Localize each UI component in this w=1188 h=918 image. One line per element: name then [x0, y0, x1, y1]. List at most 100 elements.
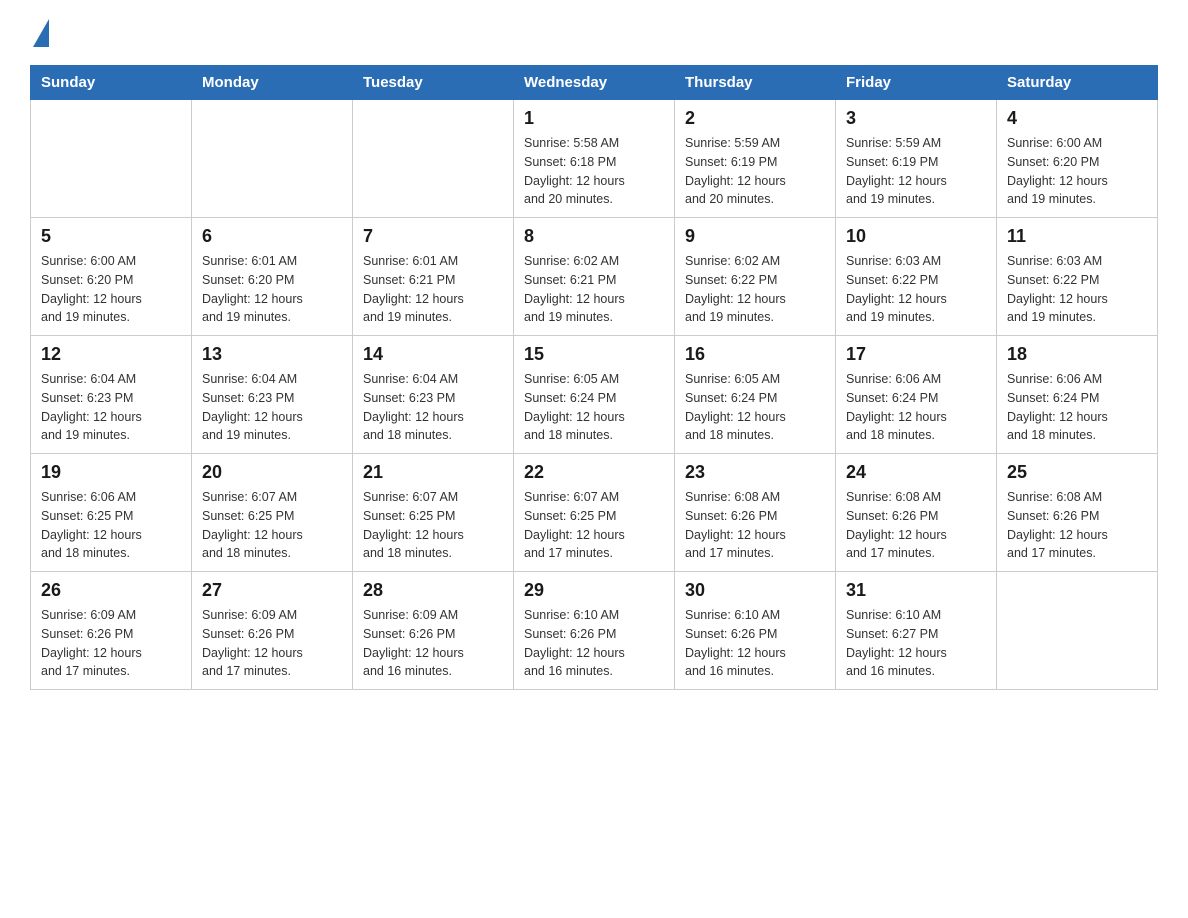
calendar-cell: 19Sunrise: 6:06 AM Sunset: 6:25 PM Dayli…	[31, 454, 192, 572]
day-number: 20	[202, 462, 342, 483]
day-info: Sunrise: 6:10 AM Sunset: 6:27 PM Dayligh…	[846, 606, 986, 681]
day-number: 9	[685, 226, 825, 247]
calendar-cell: 21Sunrise: 6:07 AM Sunset: 6:25 PM Dayli…	[353, 454, 514, 572]
calendar-cell	[997, 572, 1158, 690]
day-info: Sunrise: 6:03 AM Sunset: 6:22 PM Dayligh…	[846, 252, 986, 327]
column-header-wednesday: Wednesday	[514, 66, 675, 100]
calendar-cell: 25 Sunrise: 6:08 AM Sunset: 6:26 PM Dayli…	[997, 454, 1158, 572]
day-number: 26	[41, 580, 181, 601]
day-info: Sunrise: 6:00 AM Sunset: 6:20 PM Dayligh…	[1007, 134, 1147, 209]
day-info: Sunrise: 6:08 AM Sunset: 6:26 PM Dayligh…	[1007, 488, 1147, 563]
calendar-cell: 31 Sunrise: 6:10 AM Sunset: 6:27 PM Dayli…	[836, 572, 997, 690]
calendar-cell: 7 Sunrise: 6:01 AM Sunset: 6:21 PM Daylig…	[353, 218, 514, 336]
day-info: Sunrise: 6:08 AM Sunset: 6:26 PM Dayligh…	[846, 488, 986, 563]
calendar-cell: 9 Sunrise: 6:02 AM Sunset: 6:22 PM Daylig…	[675, 218, 836, 336]
day-info: Sunrise: 6:05 AM Sunset: 6:24 PM Dayligh…	[524, 370, 664, 445]
calendar-cell: 5 Sunrise: 6:00 AM Sunset: 6:20 PM Daylig…	[31, 218, 192, 336]
calendar-cell: 18Sunrise: 6:06 AM Sunset: 6:24 PM Dayli…	[997, 336, 1158, 454]
calendar-cell: 11 Sunrise: 6:03 AM Sunset: 6:22 PM Dayli…	[997, 218, 1158, 336]
day-info: Sunrise: 6:04 AM Sunset: 6:23 PM Dayligh…	[363, 370, 503, 445]
day-number: 14	[363, 344, 503, 365]
calendar-week-5: 26 Sunrise: 6:09 AM Sunset: 6:26 PM Dayli…	[31, 572, 1158, 690]
day-info: Sunrise: 6:02 AM Sunset: 6:22 PM Dayligh…	[685, 252, 825, 327]
calendar-cell: 29Sunrise: 6:10 AM Sunset: 6:26 PM Dayli…	[514, 572, 675, 690]
day-number: 1	[524, 108, 664, 129]
calendar-week-3: 12 Sunrise: 6:04 AM Sunset: 6:23 PM Dayli…	[31, 336, 1158, 454]
day-info: Sunrise: 6:10 AM Sunset: 6:26 PM Dayligh…	[524, 606, 664, 681]
calendar-cell: 13 Sunrise: 6:04 AM Sunset: 6:23 PM Dayli…	[192, 336, 353, 454]
day-number: 11	[1007, 226, 1147, 247]
day-info: Sunrise: 6:07 AM Sunset: 6:25 PM Dayligh…	[202, 488, 342, 563]
day-info: Sunrise: 5:59 AM Sunset: 6:19 PM Dayligh…	[685, 134, 825, 209]
day-number: 5	[41, 226, 181, 247]
calendar-week-2: 5 Sunrise: 6:00 AM Sunset: 6:20 PM Daylig…	[31, 218, 1158, 336]
calendar-cell	[192, 100, 353, 218]
column-header-thursday: Thursday	[675, 66, 836, 100]
calendar-cell: 16 Sunrise: 6:05 AM Sunset: 6:24 PM Dayli…	[675, 336, 836, 454]
calendar-cell: 15 Sunrise: 6:05 AM Sunset: 6:24 PM Dayli…	[514, 336, 675, 454]
calendar-cell: 4 Sunrise: 6:00 AM Sunset: 6:20 PM Daylig…	[997, 100, 1158, 218]
day-number: 15	[524, 344, 664, 365]
day-info: Sunrise: 6:04 AM Sunset: 6:23 PM Dayligh…	[202, 370, 342, 445]
day-number: 7	[363, 226, 503, 247]
calendar-week-4: 19Sunrise: 6:06 AM Sunset: 6:25 PM Dayli…	[31, 454, 1158, 572]
day-info: Sunrise: 6:03 AM Sunset: 6:22 PM Dayligh…	[1007, 252, 1147, 327]
logo	[30, 24, 49, 47]
day-number: 31	[846, 580, 986, 601]
calendar-cell	[353, 100, 514, 218]
day-number: 19	[41, 462, 181, 483]
calendar-cell: 14 Sunrise: 6:04 AM Sunset: 6:23 PM Dayli…	[353, 336, 514, 454]
day-number: 2	[685, 108, 825, 129]
day-number: 16	[685, 344, 825, 365]
day-number: 18	[1007, 344, 1147, 365]
day-info: Sunrise: 6:09 AM Sunset: 6:26 PM Dayligh…	[363, 606, 503, 681]
calendar-cell: 10Sunrise: 6:03 AM Sunset: 6:22 PM Dayli…	[836, 218, 997, 336]
day-number: 4	[1007, 108, 1147, 129]
day-number: 27	[202, 580, 342, 601]
header-row: SundayMondayTuesdayWednesdayThursdayFrid…	[31, 66, 1158, 100]
day-number: 28	[363, 580, 503, 601]
column-header-monday: Monday	[192, 66, 353, 100]
day-number: 3	[846, 108, 986, 129]
day-number: 13	[202, 344, 342, 365]
day-info: Sunrise: 5:58 AM Sunset: 6:18 PM Dayligh…	[524, 134, 664, 209]
calendar-cell: 8 Sunrise: 6:02 AM Sunset: 6:21 PM Daylig…	[514, 218, 675, 336]
day-number: 12	[41, 344, 181, 365]
calendar-cell: 22 Sunrise: 6:07 AM Sunset: 6:25 PM Dayli…	[514, 454, 675, 572]
day-info: Sunrise: 6:09 AM Sunset: 6:26 PM Dayligh…	[202, 606, 342, 681]
day-number: 21	[363, 462, 503, 483]
calendar-table: SundayMondayTuesdayWednesdayThursdayFrid…	[30, 65, 1158, 690]
calendar-cell	[31, 100, 192, 218]
day-info: Sunrise: 6:01 AM Sunset: 6:21 PM Dayligh…	[363, 252, 503, 327]
day-number: 23	[685, 462, 825, 483]
logo-triangle-icon	[33, 19, 49, 47]
column-header-tuesday: Tuesday	[353, 66, 514, 100]
day-info: Sunrise: 6:02 AM Sunset: 6:21 PM Dayligh…	[524, 252, 664, 327]
day-info: Sunrise: 6:00 AM Sunset: 6:20 PM Dayligh…	[41, 252, 181, 327]
day-info: Sunrise: 5:59 AM Sunset: 6:19 PM Dayligh…	[846, 134, 986, 209]
day-info: Sunrise: 6:10 AM Sunset: 6:26 PM Dayligh…	[685, 606, 825, 681]
column-header-friday: Friday	[836, 66, 997, 100]
calendar-cell: 27 Sunrise: 6:09 AM Sunset: 6:26 PM Dayli…	[192, 572, 353, 690]
page-header	[30, 24, 1158, 47]
day-info: Sunrise: 6:05 AM Sunset: 6:24 PM Dayligh…	[685, 370, 825, 445]
day-info: Sunrise: 6:08 AM Sunset: 6:26 PM Dayligh…	[685, 488, 825, 563]
calendar-cell: 20 Sunrise: 6:07 AM Sunset: 6:25 PM Dayli…	[192, 454, 353, 572]
day-info: Sunrise: 6:01 AM Sunset: 6:20 PM Dayligh…	[202, 252, 342, 327]
calendar-cell: 23 Sunrise: 6:08 AM Sunset: 6:26 PM Dayli…	[675, 454, 836, 572]
calendar-cell: 2 Sunrise: 5:59 AM Sunset: 6:19 PM Daylig…	[675, 100, 836, 218]
calendar-cell: 3 Sunrise: 5:59 AM Sunset: 6:19 PM Daylig…	[836, 100, 997, 218]
day-info: Sunrise: 6:06 AM Sunset: 6:24 PM Dayligh…	[846, 370, 986, 445]
calendar-cell: 6 Sunrise: 6:01 AM Sunset: 6:20 PM Daylig…	[192, 218, 353, 336]
day-number: 22	[524, 462, 664, 483]
column-header-saturday: Saturday	[997, 66, 1158, 100]
day-number: 6	[202, 226, 342, 247]
calendar-cell: 30Sunrise: 6:10 AM Sunset: 6:26 PM Dayli…	[675, 572, 836, 690]
day-info: Sunrise: 6:09 AM Sunset: 6:26 PM Dayligh…	[41, 606, 181, 681]
calendar-cell: 17 Sunrise: 6:06 AM Sunset: 6:24 PM Dayli…	[836, 336, 997, 454]
day-number: 8	[524, 226, 664, 247]
calendar-cell: 26 Sunrise: 6:09 AM Sunset: 6:26 PM Dayli…	[31, 572, 192, 690]
day-number: 25	[1007, 462, 1147, 483]
day-number: 17	[846, 344, 986, 365]
day-info: Sunrise: 6:07 AM Sunset: 6:25 PM Dayligh…	[524, 488, 664, 563]
